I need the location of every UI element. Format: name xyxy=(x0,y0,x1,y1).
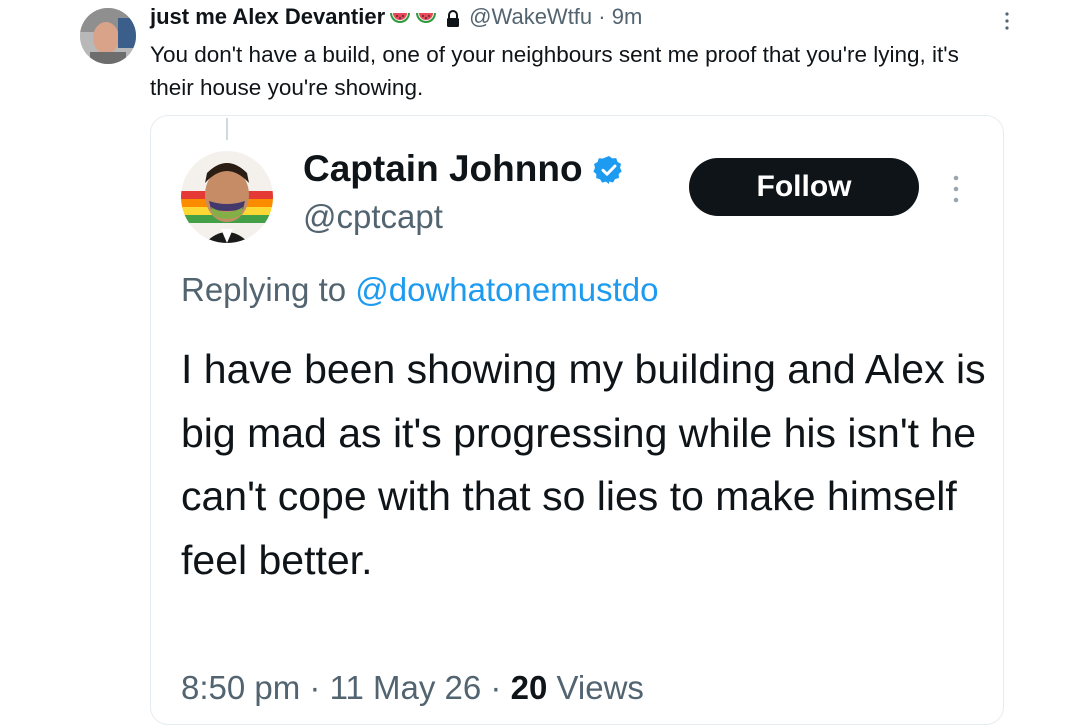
lock-icon xyxy=(445,8,461,27)
inner-handle[interactable]: @cptcapt xyxy=(303,198,443,236)
separator: · xyxy=(598,4,606,29)
separator: · xyxy=(490,669,502,706)
separator: · xyxy=(309,669,321,706)
views-count: 20 xyxy=(510,669,548,706)
quoted-tweet-text: I have been showing my building and Alex… xyxy=(181,346,986,583)
watermelon-icon xyxy=(389,6,411,28)
outer-avatar[interactable] xyxy=(80,8,136,64)
more-vertical-icon[interactable] xyxy=(951,172,961,206)
outer-author-name[interactable]: just me Alex Devantier xyxy=(150,4,385,30)
watermelon-icon xyxy=(415,6,437,28)
verified-badge-icon xyxy=(592,153,625,185)
tweet-meta: 8:50 pm · 11 May 26 · 20 Views xyxy=(181,669,644,707)
inner-avatar[interactable] xyxy=(181,151,273,243)
inner-author-name[interactable]: Captain Johnno xyxy=(303,148,625,190)
outer-tweet-text: You don't have a build, one of your neig… xyxy=(150,42,959,100)
outer-tweet-header: just me Alex Devantier @WakeWtfu · 9m xyxy=(150,4,642,30)
more-vertical-icon[interactable] xyxy=(1003,10,1011,32)
thread-line xyxy=(226,118,228,140)
mention-link[interactable]: @dowhatonemustdo xyxy=(355,271,658,308)
follow-button[interactable]: Follow xyxy=(689,158,919,216)
outer-handle[interactable]: @WakeWtfu · 9m xyxy=(469,4,642,30)
tweet-date[interactable]: 11 May 26 xyxy=(330,669,482,706)
tweet-time[interactable]: 8:50 pm xyxy=(181,669,300,706)
quoted-tweet-card[interactable]: Captain Johnno @cptcapt Follow Replying … xyxy=(150,115,1004,725)
replying-to: Replying to @dowhatonemustdo xyxy=(181,271,659,308)
outer-time[interactable]: 9m xyxy=(612,4,643,29)
views-label: Views xyxy=(556,669,644,706)
